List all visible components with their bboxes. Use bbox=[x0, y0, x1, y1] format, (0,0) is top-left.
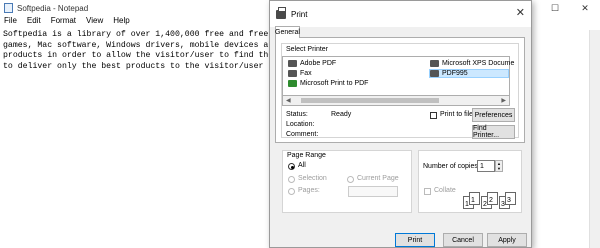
close-icon[interactable]: ✕ bbox=[516, 6, 525, 19]
print-to-file-label: Print to file bbox=[440, 111, 474, 118]
scroll-right-icon[interactable]: ▶ bbox=[501, 97, 506, 104]
printer-name: Microsoft XPS Docume bbox=[442, 60, 515, 67]
status-label: Status: bbox=[286, 111, 308, 118]
range-current-page-radio[interactable] bbox=[347, 176, 354, 183]
print-to-file-checkbox[interactable] bbox=[430, 112, 437, 119]
printer-item-microsoft-xps[interactable]: Microsoft XPS Docume bbox=[430, 60, 514, 67]
copies-label: Number of copies: bbox=[423, 163, 480, 170]
menu-view[interactable]: View bbox=[86, 16, 103, 29]
copies-stepper[interactable]: ▲ ▼ bbox=[495, 160, 503, 172]
select-printer-label: Select Printer bbox=[286, 46, 329, 53]
collate-checkbox[interactable] bbox=[424, 188, 431, 195]
range-all-label: All bbox=[298, 162, 306, 169]
cancel-button[interactable]: Cancel bbox=[443, 233, 483, 247]
printer-item-pdf995[interactable]: PDF995 bbox=[429, 69, 509, 78]
printer-list[interactable]: Adobe PDF Fax Microsoft Print to PDF Mic… bbox=[282, 56, 514, 96]
printer-item-fax[interactable]: Fax bbox=[288, 70, 312, 77]
status-value: Ready bbox=[331, 111, 352, 118]
range-pages-radio[interactable] bbox=[288, 188, 295, 195]
printer-icon bbox=[288, 60, 297, 67]
notepad-title: Softpedia - Notepad bbox=[17, 3, 89, 13]
range-pages-label: Pages: bbox=[298, 187, 320, 194]
printer-icon bbox=[430, 60, 439, 67]
collate-page-icon: 1 bbox=[469, 192, 480, 205]
find-printer-button[interactable]: Find Printer... bbox=[472, 125, 515, 139]
printer-name: Fax bbox=[300, 70, 312, 77]
copies-input[interactable]: 1 bbox=[477, 160, 495, 172]
printer-item-adobe-pdf[interactable]: Adobe PDF bbox=[288, 60, 336, 67]
range-current-page-label: Current Page bbox=[357, 175, 399, 182]
default-printer-icon bbox=[288, 80, 297, 87]
notepad-vertical-scrollbar[interactable] bbox=[589, 30, 600, 248]
pages-input[interactable] bbox=[348, 186, 398, 197]
printer-icon bbox=[276, 6, 286, 19]
scroll-left-icon[interactable]: ◀ bbox=[286, 97, 291, 104]
menu-file[interactable]: File bbox=[4, 16, 17, 29]
fax-icon bbox=[288, 70, 297, 77]
printer-icon bbox=[430, 70, 439, 77]
close-icon[interactable]: ✕ bbox=[570, 0, 600, 16]
collate-page-icon: 3 bbox=[505, 192, 516, 205]
comment-label: Comment: bbox=[286, 131, 319, 138]
tab-general[interactable]: General bbox=[275, 26, 300, 38]
range-all-radio[interactable] bbox=[288, 163, 295, 170]
location-label: Location: bbox=[286, 121, 315, 128]
apply-button[interactable]: Apply bbox=[487, 233, 527, 247]
page-range-label: Page Range bbox=[287, 152, 326, 159]
printer-name: PDF995 bbox=[442, 70, 468, 77]
range-selection-radio[interactable] bbox=[288, 176, 295, 183]
print-button[interactable]: Print bbox=[395, 233, 435, 247]
printer-name: Adobe PDF bbox=[300, 60, 337, 67]
menu-edit[interactable]: Edit bbox=[27, 16, 41, 29]
copies-value: 1 bbox=[480, 162, 484, 170]
printer-item-microsoft-print-to-pdf[interactable]: Microsoft Print to PDF bbox=[288, 80, 368, 87]
print-dialog: Print ✕ General Select Printer Adobe PDF… bbox=[269, 0, 532, 248]
print-dialog-title: Print bbox=[291, 9, 308, 19]
preferences-button[interactable]: Preferences bbox=[472, 108, 515, 122]
printer-name: Microsoft Print to PDF bbox=[300, 80, 369, 87]
collate-page-icon: 2 bbox=[487, 192, 498, 205]
maximize-icon[interactable]: ☐ bbox=[540, 0, 570, 16]
notepad-menubar: File Edit Format View Help bbox=[0, 16, 130, 29]
collate-label: Collate bbox=[434, 187, 456, 194]
notepad-app-icon bbox=[4, 3, 13, 13]
menu-help[interactable]: Help bbox=[113, 16, 129, 29]
menu-format[interactable]: Format bbox=[51, 16, 76, 29]
range-selection-label: Selection bbox=[298, 175, 327, 182]
scrollbar-thumb[interactable] bbox=[301, 98, 439, 103]
printer-list-scrollbar[interactable]: ◀ ▶ bbox=[282, 96, 510, 106]
print-dialog-titlebar: Print bbox=[270, 1, 531, 27]
